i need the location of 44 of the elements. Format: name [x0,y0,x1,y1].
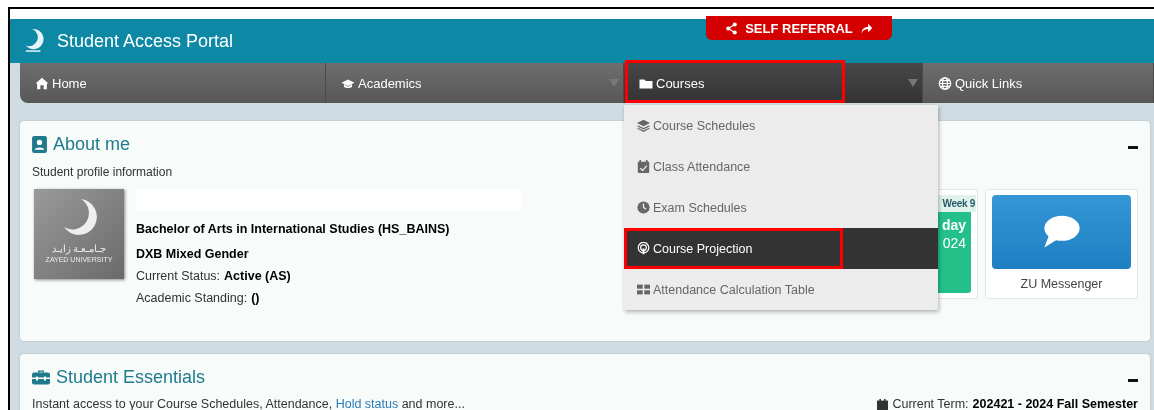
nav-tab[interactable]: Academics [326,63,624,103]
collapse-icon[interactable] [1128,146,1138,149]
messenger-tile[interactable]: ZU Messenger [985,189,1138,299]
toolbox-icon [32,369,50,386]
portal-title: Student Access Portal [57,30,234,52]
card-title: Student Essentials [56,367,206,388]
tile-label: ZU Messenger [1019,277,1104,291]
hold-status-link[interactable]: Hold status [335,397,399,410]
nav-tab[interactable]: Courses [624,63,923,103]
layers-icon [637,119,650,132]
house-icon [35,76,49,90]
menu-item[interactable]: Course Projection [624,228,938,269]
forward-arrow-icon [859,21,873,35]
logo-arabic-text: جـامـعـة زايـد [51,243,107,254]
field-value: Active (AS) [224,269,291,283]
menu-item[interactable]: Course Schedules [624,105,938,146]
intro-text: Instant access to your Course Schedules, Attendance, Hold status and more... [32,397,465,410]
card-title: About me [53,134,131,155]
share-icon [725,21,739,35]
id-badge-icon [32,136,47,153]
field-label: Current Status: [136,269,221,283]
menu-item[interactable]: Class Attendance [624,146,938,187]
crescent-logo-icon [23,27,45,55]
field-value: () [251,291,260,305]
globe-icon [938,76,952,90]
podcast-icon [637,242,650,255]
self-referral-button[interactable]: SELF REFERRAL [706,16,892,40]
card-subtitle: Student profile information [32,165,173,179]
table-icon [637,283,650,296]
folder-icon [639,76,653,90]
nav-tab[interactable]: Home [20,63,326,103]
clock-icon [637,201,650,214]
nav-tab[interactable]: Quick Links [923,63,1154,103]
collapse-icon[interactable] [1128,379,1138,382]
term-value: 202421 - 2024 Fall Semester [972,397,1138,410]
campus-name: DXB Mixed Gender [136,247,250,261]
field-label: Academic Standing: [136,291,248,305]
day-text: day [940,217,966,233]
year-text: 024 [941,235,966,251]
calendar-check-icon [637,160,650,173]
program-name: Bachelor of Arts in International Studies (HS_BAINS) [136,222,451,236]
term-label: Current Term: [892,397,969,410]
menu-item[interactable]: Attendance Calculation Table [624,269,938,310]
calendar-icon [877,398,889,410]
